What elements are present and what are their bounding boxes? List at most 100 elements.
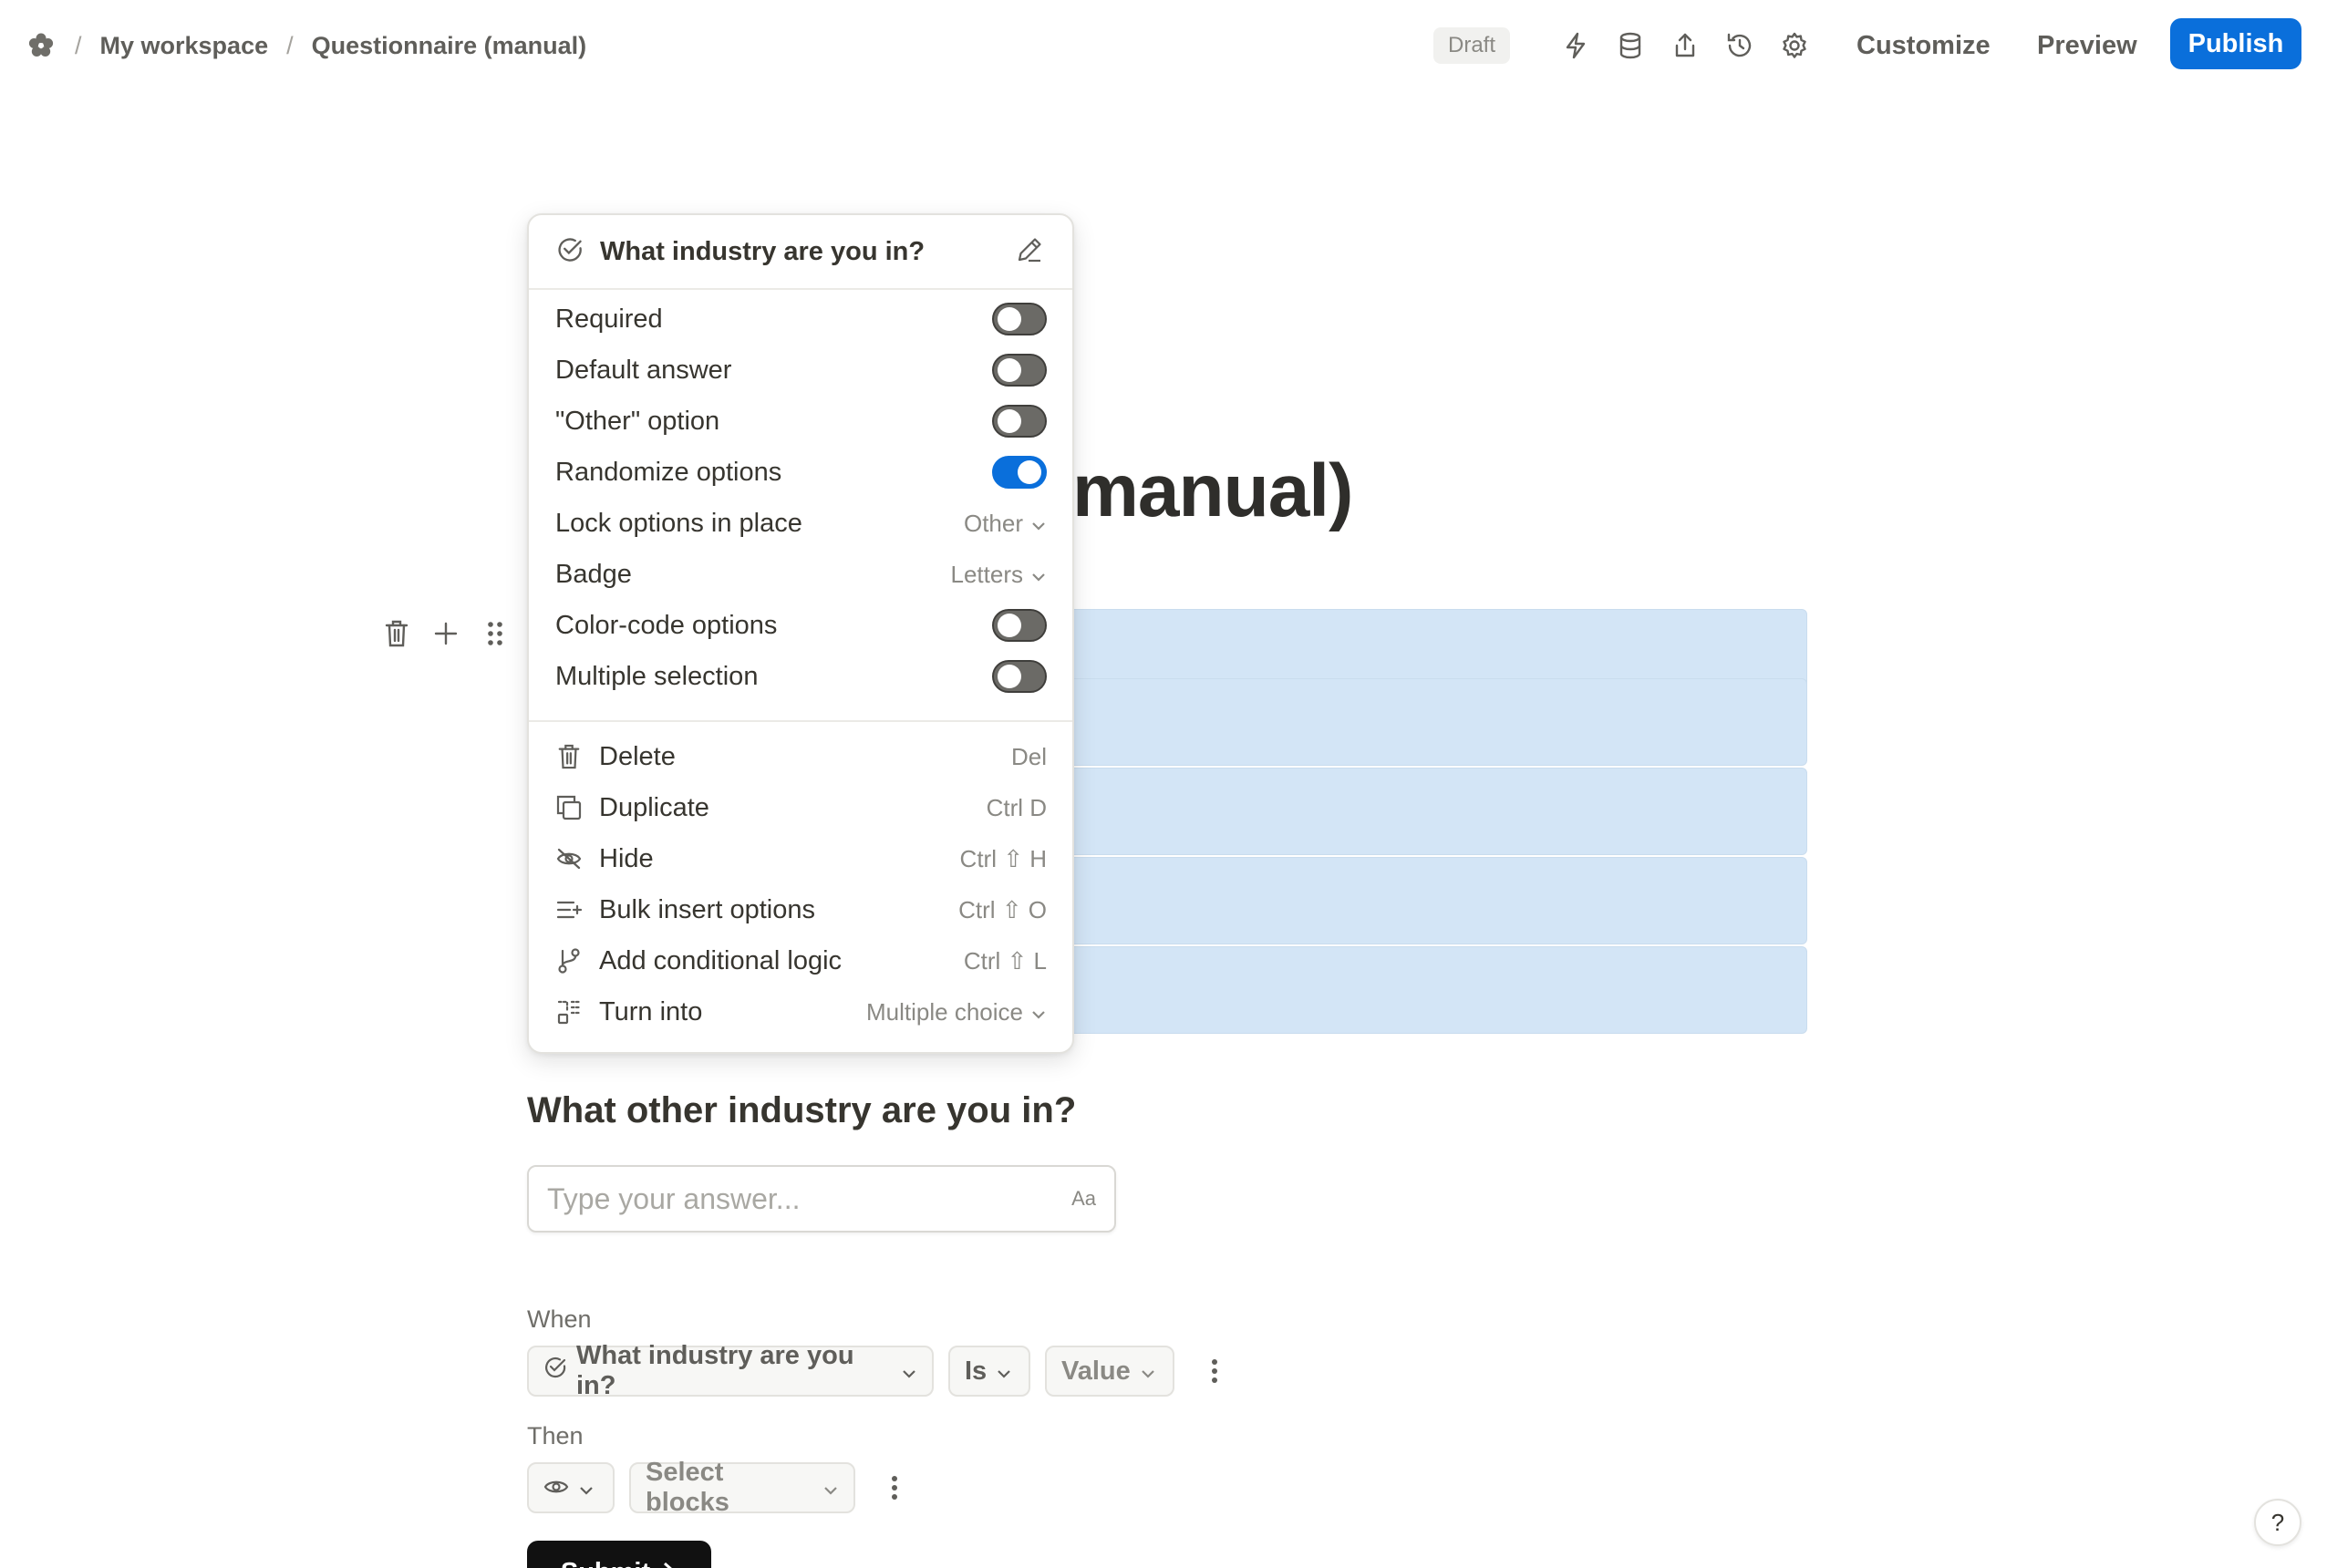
action-label: Bulk insert options	[599, 894, 815, 924]
question-settings-menu: What industry are you in? Required Defau…	[527, 213, 1074, 1054]
menu-header: What industry are you in?	[529, 215, 1072, 290]
setting-label: Lock options in place	[555, 508, 802, 538]
setting-label: Multiple selection	[555, 661, 759, 691]
operator-select[interactable]: Is	[948, 1346, 1030, 1397]
badge-value: Letters	[950, 560, 1024, 588]
preview-button[interactable]: Preview	[2037, 24, 2137, 67]
add-block-icon[interactable]	[430, 616, 461, 651]
more-options-icon[interactable]	[1201, 1351, 1228, 1391]
setting-required[interactable]: Required	[529, 294, 1072, 345]
setting-lock-options[interactable]: Lock options in place Other	[529, 498, 1072, 549]
condition-question-label: What industry are you in?	[576, 1341, 854, 1400]
more-options-icon[interactable]	[881, 1468, 908, 1508]
setting-default-answer[interactable]: Default answer	[529, 345, 1072, 396]
required-toggle[interactable]	[992, 303, 1047, 335]
bulk-insert-icon	[555, 896, 583, 923]
history-icon[interactable]	[1720, 26, 1760, 66]
select-blocks-label: Select blocks	[646, 1458, 729, 1517]
arrow-right-icon	[661, 1558, 677, 1568]
edit-pencil-icon[interactable]	[1014, 234, 1045, 270]
action-label: Add conditional logic	[599, 945, 843, 975]
database-icon[interactable]	[1610, 26, 1650, 66]
delete-block-icon[interactable]	[381, 616, 412, 651]
workspace-logo-icon[interactable]	[26, 30, 57, 61]
block-toolbar	[381, 616, 511, 651]
breadcrumb-page[interactable]: Questionnaire (manual)	[312, 32, 587, 60]
chevron-down-icon	[1030, 561, 1047, 589]
menu-question-title: What industry are you in?	[600, 236, 926, 266]
shortcut-hint: Ctrl ⇧ O	[958, 895, 1047, 923]
branch-icon	[555, 947, 583, 975]
chevron-down-icon	[822, 1473, 839, 1503]
action-label: Hide	[599, 843, 654, 873]
action-label: Duplicate	[599, 792, 709, 822]
setting-label: Randomize options	[555, 457, 782, 487]
drag-handle-icon[interactable]	[480, 616, 511, 651]
breadcrumb: / My workspace / Questionnaire (manual)	[26, 26, 586, 66]
turn-into-menu-item[interactable]: Turn into Multiple choice	[529, 986, 1072, 1037]
submit-button[interactable]: Submit	[527, 1541, 711, 1568]
text-type-badge: Aa	[1071, 1187, 1096, 1210]
answer-placeholder: Type your answer...	[547, 1181, 801, 1215]
customize-button[interactable]: Customize	[1856, 24, 1991, 67]
delete-menu-item[interactable]: Delete Del	[529, 731, 1072, 782]
conditional-logic-menu-item[interactable]: Add conditional logic Ctrl ⇧ L	[529, 935, 1072, 986]
action-label: Turn into	[599, 996, 703, 1026]
multiple-selection-toggle[interactable]	[992, 660, 1047, 693]
check-circle-icon	[556, 236, 584, 268]
badge-select[interactable]: Letters	[951, 561, 1048, 589]
setting-color-code[interactable]: Color-code options	[529, 600, 1072, 651]
bulk-insert-menu-item[interactable]: Bulk insert options Ctrl ⇧ O	[529, 884, 1072, 935]
menu-divider	[529, 720, 1072, 722]
setting-label: "Other" option	[555, 406, 720, 436]
chevron-down-icon	[1030, 998, 1047, 1026]
publish-button[interactable]: Publish	[2170, 18, 2301, 69]
eye-off-icon	[555, 845, 583, 872]
action-label: Delete	[599, 741, 676, 771]
setting-badge[interactable]: Badge Letters	[529, 549, 1072, 600]
submit-label: Submit	[561, 1558, 650, 1568]
action-select[interactable]	[527, 1462, 615, 1513]
setting-multiple-selection[interactable]: Multiple selection	[529, 651, 1072, 702]
breadcrumb-workspace[interactable]: My workspace	[100, 32, 269, 60]
shortcut-hint: Del	[1010, 742, 1047, 770]
setting-other-option[interactable]: "Other" option	[529, 396, 1072, 447]
value-select[interactable]: Value	[1045, 1346, 1174, 1397]
value-label: Value	[1061, 1356, 1131, 1386]
eye-icon	[543, 1473, 569, 1503]
turn-into-select[interactable]: Multiple choice	[866, 998, 1047, 1026]
default-answer-toggle[interactable]	[992, 354, 1047, 387]
trash-icon	[555, 743, 583, 770]
setting-randomize-options[interactable]: Randomize options	[529, 447, 1072, 498]
randomize-options-toggle[interactable]	[992, 456, 1047, 489]
settings-gear-icon[interactable]	[1774, 26, 1815, 66]
select-blocks-button[interactable]: Select blocks	[629, 1458, 855, 1517]
chevron-down-icon	[901, 1357, 917, 1387]
duplicate-menu-item[interactable]: Duplicate Ctrl D	[529, 782, 1072, 833]
chevron-down-icon	[1140, 1357, 1156, 1387]
lightning-icon[interactable]	[1556, 26, 1596, 66]
help-button[interactable]: ?	[2254, 1499, 2301, 1546]
when-label: When	[527, 1305, 592, 1333]
share-icon[interactable]	[1665, 26, 1705, 66]
answer-input[interactable]: Type your answer... Aa	[527, 1165, 1116, 1233]
shortcut-hint: Ctrl D	[986, 793, 1047, 821]
shortcut-hint: Ctrl ⇧ H	[959, 844, 1047, 872]
turn-into-value: Multiple choice	[866, 997, 1023, 1026]
setting-label: Default answer	[555, 355, 732, 385]
chevron-down-icon	[996, 1357, 1012, 1387]
check-circle-icon	[543, 1356, 567, 1387]
question-title: What other industry are you in?	[527, 1090, 1077, 1130]
page-title: manual)	[1072, 449, 1353, 532]
shortcut-hint: Ctrl ⇧ L	[963, 946, 1047, 975]
breadcrumb-separator: /	[286, 31, 294, 59]
condition-question-select[interactable]: What industry are you in?	[527, 1341, 934, 1400]
chevron-down-icon	[578, 1473, 595, 1503]
other-option-toggle[interactable]	[992, 405, 1047, 438]
setting-label: Badge	[555, 559, 632, 589]
hide-menu-item[interactable]: Hide Ctrl ⇧ H	[529, 833, 1072, 884]
color-code-toggle[interactable]	[992, 609, 1047, 642]
top-bar: / My workspace / Questionnaire (manual) …	[0, 0, 2327, 91]
lock-options-select[interactable]: Other	[964, 510, 1047, 538]
lock-options-value: Other	[963, 509, 1023, 537]
